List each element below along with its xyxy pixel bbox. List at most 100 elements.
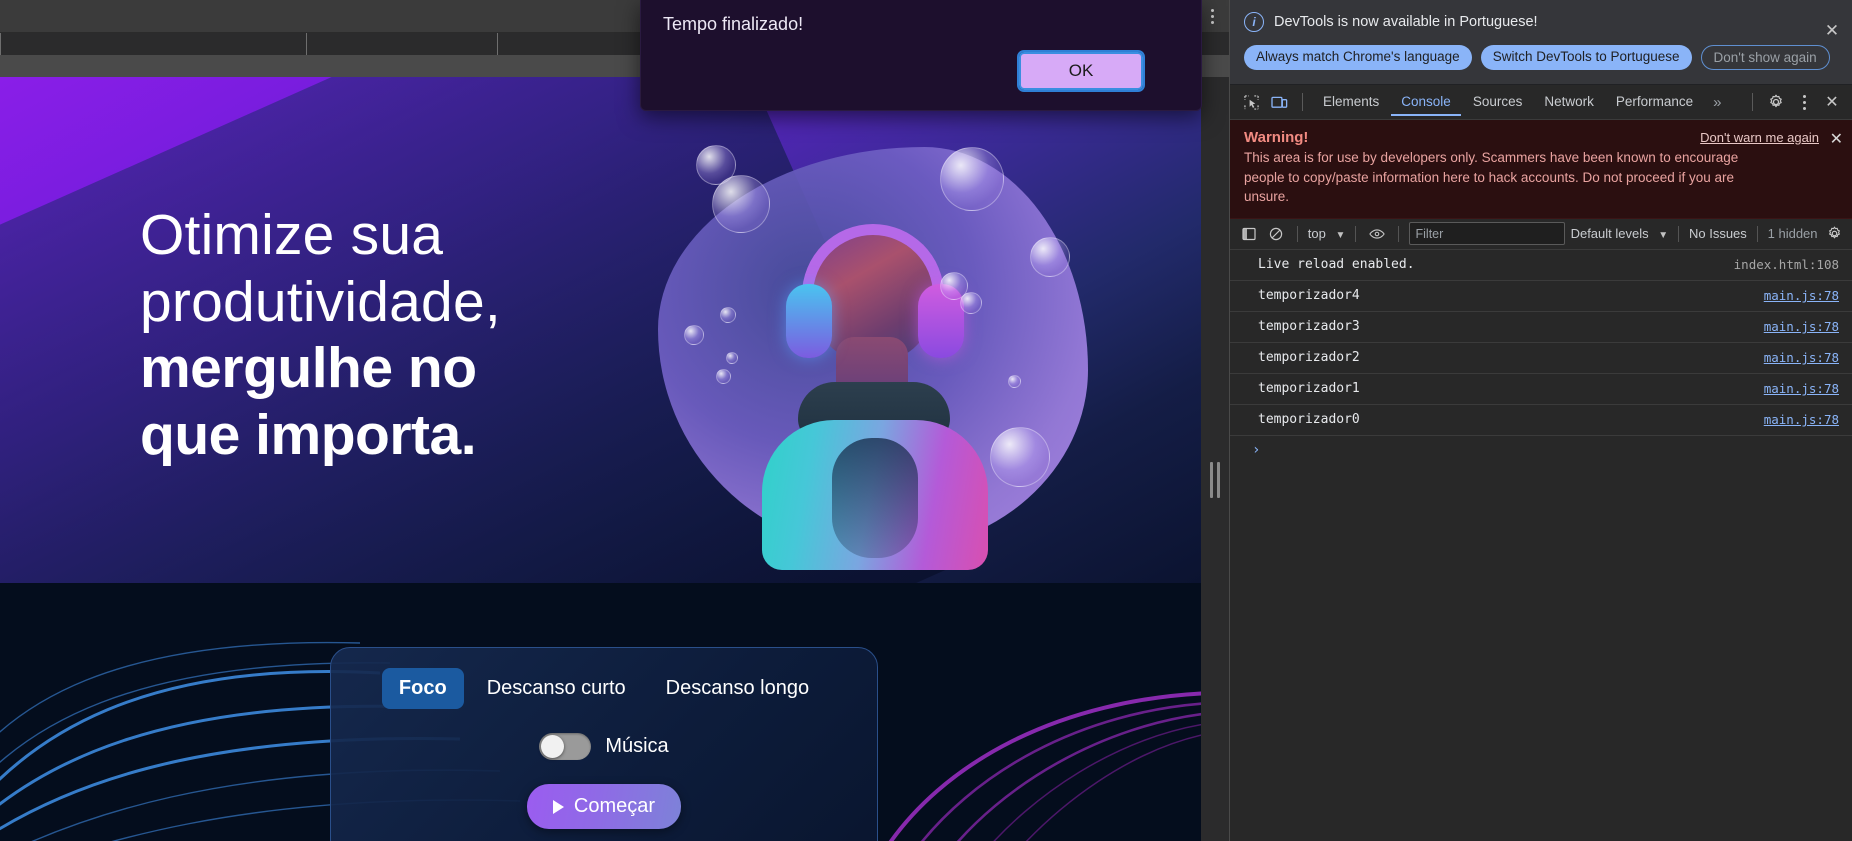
console-message-source-link[interactable]: main.js:78 (1764, 350, 1839, 365)
devtools-tab-bar: Elements Console Sources Network Perform… (1230, 85, 1852, 120)
tab-descanso-curto[interactable]: Descanso curto (470, 668, 643, 709)
timer-card: Foco Descanso curto Descanso longo Músic… (330, 647, 878, 841)
tab-descanso-longo[interactable]: Descanso longo (649, 668, 826, 709)
tab-network[interactable]: Network (1534, 88, 1604, 116)
hero-section: Otimize sua produtividade, mergulhe no q… (0, 77, 1201, 583)
toggle-knob (541, 735, 565, 758)
devtools-language-infobar: i DevTools is now available in Portugues… (1230, 0, 1852, 85)
rendered-page: Otimize sua produtividade, mergulhe no q… (0, 77, 1201, 841)
hero-title-line-4: que importa. (140, 403, 477, 468)
issues-status[interactable]: No Issues (1689, 226, 1747, 241)
play-icon (552, 799, 564, 814)
console-message-text: temporizador1 (1258, 381, 1360, 397)
console-message-row[interactable]: Live reload enabled. index.html:108 (1230, 250, 1852, 281)
console-settings-gear-icon[interactable] (1824, 221, 1845, 247)
divider (1756, 225, 1758, 242)
console-message-text: temporizador4 (1258, 288, 1360, 304)
log-levels-label: Default levels (1570, 226, 1649, 242)
divider (1752, 93, 1753, 111)
console-message-source-link[interactable]: main.js:78 (1764, 412, 1839, 427)
hero-title-line-3: mergulhe no (140, 336, 477, 401)
alert-dialog: Tempo finalizado! OK (640, 0, 1202, 111)
chevron-down-icon: ▼ (1335, 230, 1346, 242)
close-icon[interactable]: ✕ (1823, 21, 1841, 40)
music-label: Música (605, 735, 669, 757)
viewport-resize-handle[interactable] (1201, 77, 1229, 841)
devtools-more-options-icon[interactable] (1791, 89, 1817, 115)
console-message-text: temporizador2 (1258, 350, 1360, 366)
bubble-icon (940, 147, 1004, 211)
live-expression-eye-icon[interactable] (1366, 221, 1387, 247)
bubble-icon (712, 175, 770, 233)
dont-show-again-button[interactable]: Don't show again (1700, 45, 1830, 70)
console-prompt[interactable]: › (1230, 436, 1852, 464)
settings-gear-icon[interactable] (1763, 89, 1789, 115)
console-message-row[interactable]: temporizador2 main.js:78 (1230, 343, 1852, 374)
tab-foco[interactable]: Foco (381, 668, 464, 709)
alert-message: Tempo finalizado! (663, 14, 804, 34)
console-message-row[interactable]: temporizador3 main.js:78 (1230, 312, 1852, 343)
console-message-row[interactable]: temporizador4 main.js:78 (1230, 281, 1852, 312)
console-message-text: temporizador0 (1258, 412, 1360, 428)
console-message-row[interactable]: temporizador0 main.js:78 (1230, 405, 1852, 436)
bubble-icon (1030, 237, 1070, 277)
alert-ok-button[interactable]: OK (1017, 50, 1145, 92)
screenshot-root: Dimensions: Responsive ▼ 1278 × 849 (0, 0, 1852, 841)
decorative-purple-arcs (888, 691, 1201, 841)
console-filter-input[interactable]: Filter (1408, 222, 1565, 246)
more-tabs-icon[interactable]: » (1705, 94, 1729, 111)
console-message-row[interactable]: temporizador1 main.js:78 (1230, 374, 1852, 405)
hero-title-line-2: produtividade, (140, 269, 501, 334)
device-toolbar-more-options-icon[interactable] (1201, 3, 1223, 29)
divider (1296, 225, 1298, 242)
page-title: Otimize sua produtividade, mergulhe no q… (140, 202, 700, 469)
console-message-text: Live reload enabled. (1258, 257, 1415, 273)
chevron-down-icon: ▼ (1658, 230, 1669, 242)
warning-body: This area is for use by developers only.… (1244, 150, 1739, 205)
start-button[interactable]: Começar (526, 784, 682, 829)
console-message-source-link[interactable]: main.js:78 (1764, 319, 1839, 334)
tab-console[interactable]: Console (1391, 88, 1461, 116)
tab-elements[interactable]: Elements (1313, 88, 1389, 116)
bubble-icon (684, 325, 704, 345)
console-message-text: temporizador3 (1258, 319, 1360, 335)
close-icon[interactable]: ✕ (1830, 129, 1843, 149)
timer-mode-tabs: Foco Descanso curto Descanso longo (381, 668, 826, 709)
switch-devtools-language-button[interactable]: Switch DevTools to Portuguese (1480, 45, 1692, 70)
divider (1397, 225, 1399, 242)
inspect-element-icon[interactable] (1238, 89, 1264, 115)
hero-title-line-1: Otimize sua (140, 203, 444, 267)
toggle-device-toolbar-icon[interactable] (1266, 89, 1292, 115)
music-toggle[interactable] (539, 733, 592, 760)
console-message-source: index.html:108 (1733, 257, 1839, 273)
bubble-icon (990, 427, 1050, 487)
always-match-language-button[interactable]: Always match Chrome's language (1244, 45, 1472, 70)
divider (1678, 225, 1679, 242)
hero-illustration (640, 137, 1110, 570)
tab-sources[interactable]: Sources (1463, 88, 1533, 116)
log-levels-dropdown[interactable]: Default levels ▼ (1571, 226, 1669, 241)
start-button-label: Começar (573, 795, 656, 817)
clear-console-icon[interactable] (1265, 221, 1286, 247)
infobar-message: DevTools is now available in Portuguese! (1274, 14, 1538, 30)
bubble-icon (716, 369, 731, 384)
devtools-panel: i DevTools is now available in Portugues… (1229, 0, 1852, 841)
tab-performance[interactable]: Performance (1606, 88, 1703, 116)
browser-viewport-pane: Dimensions: Responsive ▼ 1278 × 849 (0, 0, 1229, 841)
console-message-list: Live reload enabled. index.html:108 temp… (1230, 249, 1852, 464)
bubble-icon (1008, 375, 1021, 388)
console-security-warning: Warning! This area is for use by develop… (1230, 120, 1852, 219)
console-message-source-link[interactable]: main.js:78 (1764, 381, 1839, 396)
close-devtools-icon[interactable]: ✕ (1819, 89, 1845, 115)
execution-context-selector[interactable]: top ▼ (1308, 226, 1346, 241)
info-icon: i (1244, 12, 1264, 32)
console-sidebar-toggle-icon[interactable] (1238, 221, 1259, 247)
console-filter-bar: top ▼ Filter Default levels ▼ No Issues … (1230, 218, 1852, 250)
console-message-source-link[interactable]: main.js:78 (1764, 288, 1839, 303)
music-toggle-row: Música (539, 733, 669, 760)
hidden-messages-count[interactable]: 1 hidden (1768, 226, 1818, 241)
bubble-icon (960, 292, 982, 314)
bubble-icon (720, 307, 736, 323)
divider (1355, 225, 1357, 242)
dont-warn-me-again-link[interactable]: Don't warn me again (1700, 130, 1819, 145)
